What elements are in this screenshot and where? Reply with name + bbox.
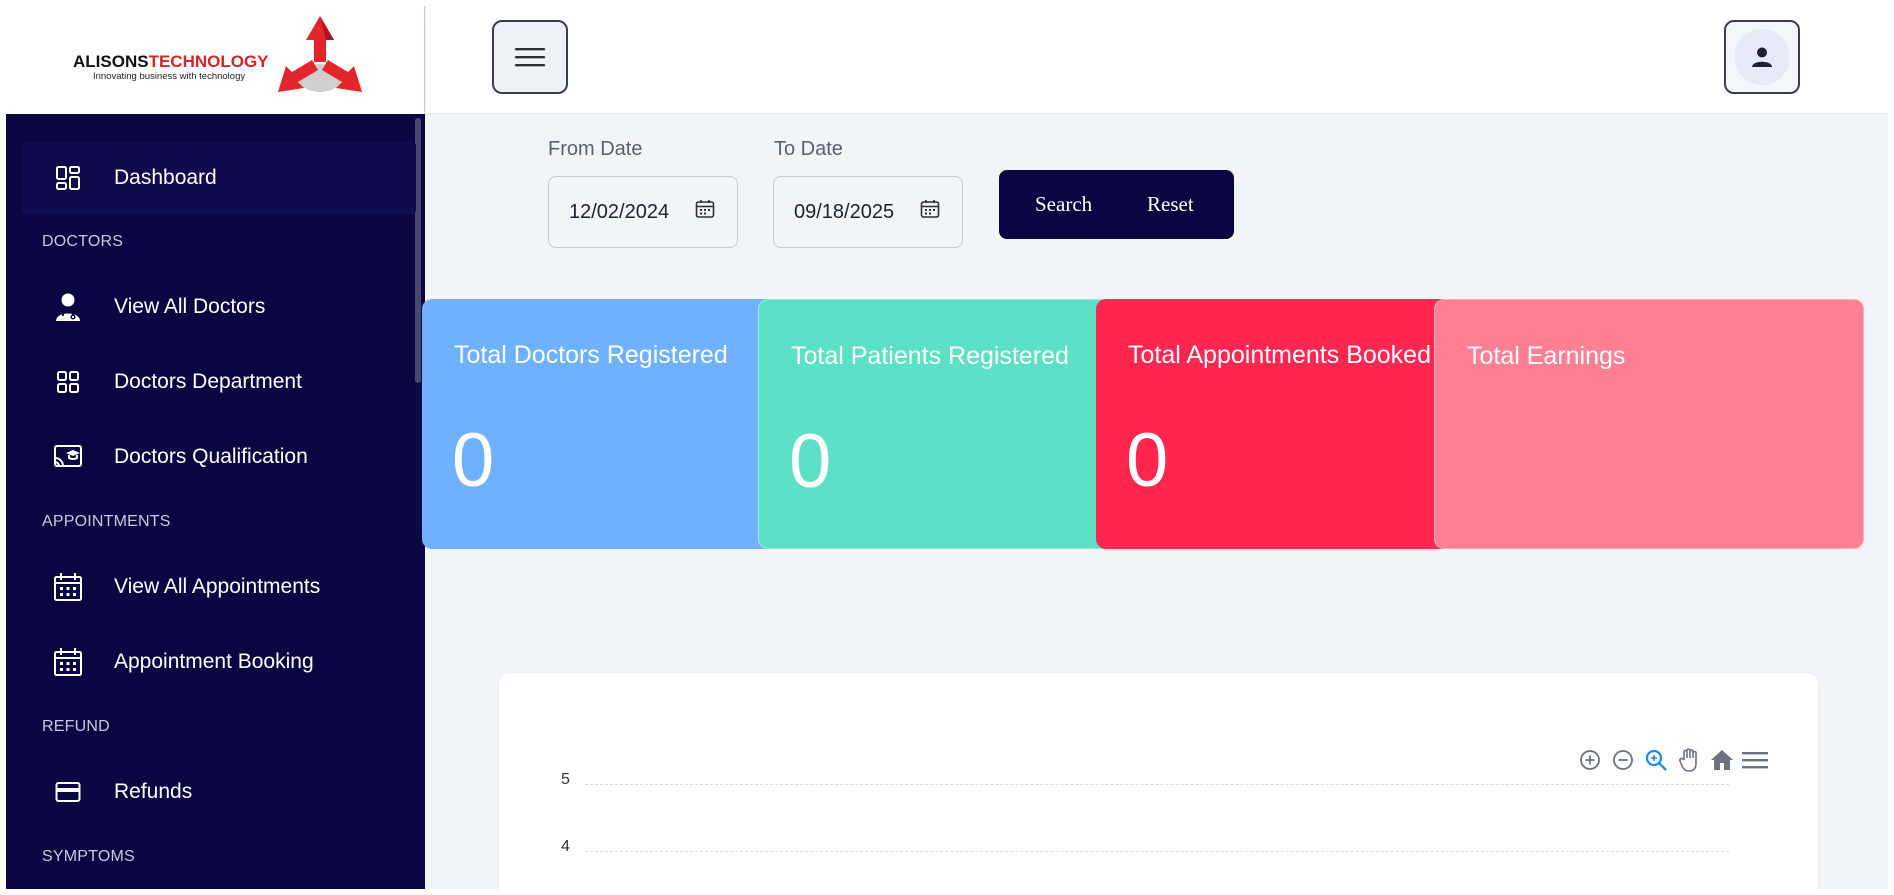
stat-card-appointments[interactable]: Total Appointments Booked 0 — [1096, 299, 1456, 549]
top-header — [426, 0, 1894, 114]
search-button[interactable]: Search — [1035, 192, 1092, 217]
sidebar-item-label: Appointment Booking — [114, 650, 314, 673]
doctor-icon — [53, 292, 83, 322]
stat-card-value: 0 — [789, 419, 832, 504]
chart-toolbar — [1577, 747, 1768, 773]
grid-line — [585, 784, 1729, 785]
calendar-icon — [53, 647, 83, 677]
grid-icon — [53, 367, 83, 397]
home-icon[interactable] — [1709, 747, 1735, 773]
y-tick-label: 5 — [561, 771, 570, 788]
sidebar-item-label: View All Doctors — [114, 295, 266, 318]
logo-area[interactable]: ALISONSTECHNOLOGY Innovating business wi… — [6, 0, 425, 114]
zoom-out-icon[interactable] — [1610, 747, 1636, 773]
hamburger-icon — [515, 48, 545, 67]
sidebar-item-view-all-appointments[interactable]: View All Appointments — [22, 551, 416, 623]
sidebar-section-doctors: DOCTORS — [42, 233, 124, 250]
sidebar-item-dashboard[interactable]: Dashboard — [22, 142, 416, 214]
sidebar-section-appointments: APPOINTMENTS — [42, 513, 171, 530]
sidebar-item-label: Doctors Qualification — [114, 445, 308, 468]
stat-card-title: Total Patients Registered — [791, 342, 1069, 370]
sidebar-section-refund: REFUND — [42, 718, 110, 735]
pan-hand-icon[interactable] — [1676, 747, 1702, 773]
stat-card-title: Total Appointments Booked — [1128, 341, 1431, 369]
card-icon — [53, 777, 83, 807]
brand-name-part1: ALISONS — [73, 52, 149, 71]
sidebar: Dashboard DOCTORS View All Doctors Docto… — [6, 114, 425, 895]
zoom-in-icon[interactable] — [1577, 747, 1603, 773]
sidebar-section-symptoms: SYMPTOMS — [42, 848, 135, 865]
sidebar-item-label: Refunds — [114, 780, 193, 803]
qualification-icon — [53, 442, 83, 472]
y-tick-label: 4 — [561, 838, 570, 855]
stat-card-title: Total Doctors Registered — [454, 341, 728, 369]
from-date-value: 12/02/2024 — [569, 200, 670, 223]
user-icon — [1752, 47, 1772, 67]
calendar-picker-icon[interactable] — [695, 199, 715, 225]
from-date-label: From Date — [548, 138, 643, 160]
from-date-input[interactable]: 12/02/2024 — [548, 176, 738, 248]
zoom-select-icon[interactable] — [1643, 747, 1669, 773]
stat-card-value: 0 — [1126, 418, 1169, 503]
brand-logo-text: ALISONSTECHNOLOGY Innovating business wi… — [73, 52, 269, 82]
stat-card-patients[interactable]: Total Patients Registered 0 — [758, 299, 1118, 549]
to-date-value: 09/18/2025 — [794, 200, 895, 223]
stat-card-title: Total Earnings — [1467, 342, 1626, 370]
sidebar-item-appointment-booking[interactable]: Appointment Booking — [22, 626, 416, 698]
menu-toggle-button[interactable] — [492, 20, 568, 94]
to-date-input[interactable]: 09/18/2025 — [773, 176, 963, 248]
dashboard-icon — [53, 163, 83, 193]
to-date-label: To Date — [774, 138, 843, 160]
sidebar-item-refunds[interactable]: Refunds — [22, 756, 416, 828]
grid-line — [585, 851, 1729, 852]
avatar — [1734, 29, 1790, 85]
sidebar-item-doctors-qualification[interactable]: Doctors Qualification — [22, 421, 416, 493]
stat-card-earnings[interactable]: Total Earnings — [1434, 299, 1864, 549]
calendar-icon — [53, 572, 83, 602]
menu-icon[interactable] — [1742, 747, 1768, 773]
brand-tagline: Innovating business with technology — [93, 71, 246, 82]
chart-panel: 5 4 — [498, 672, 1819, 895]
sidebar-item-label: Doctors Department — [114, 370, 302, 393]
brand-logo-mark — [278, 16, 362, 92]
calendar-picker-icon[interactable] — [920, 199, 940, 225]
filter-button-group: Search Reset — [999, 170, 1234, 239]
stat-card-value: 0 — [452, 418, 495, 503]
sidebar-item-label: Dashboard — [114, 166, 217, 189]
sidebar-item-label: View All Appointments — [114, 575, 321, 598]
sidebar-item-view-all-doctors[interactable]: View All Doctors — [22, 271, 416, 343]
brand-name-part2: TECHNOLOGY — [148, 52, 269, 71]
stat-card-doctors[interactable]: Total Doctors Registered 0 — [422, 299, 782, 549]
sidebar-item-doctors-department[interactable]: Doctors Department — [22, 346, 416, 418]
reset-button[interactable]: Reset — [1147, 192, 1194, 217]
user-menu-button[interactable] — [1724, 20, 1800, 94]
